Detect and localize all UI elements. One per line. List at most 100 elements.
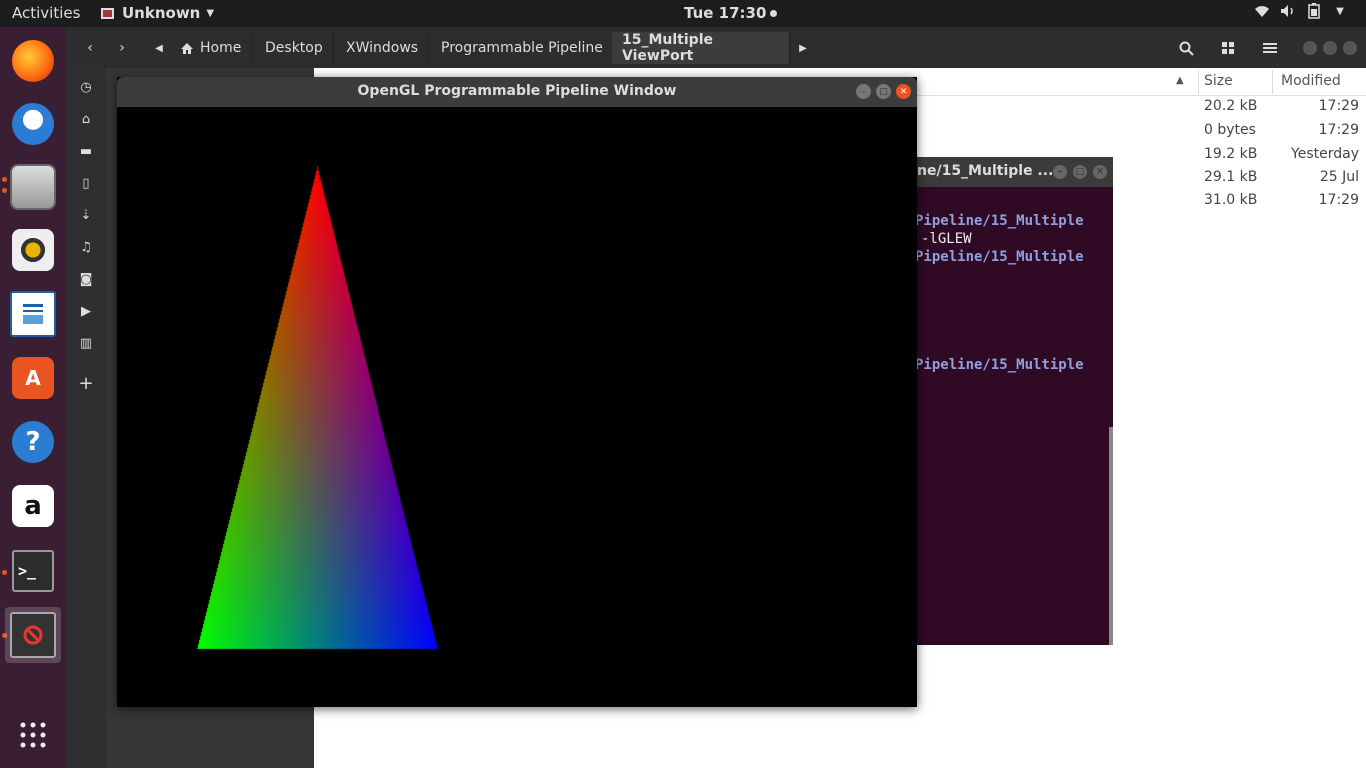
file-row[interactable]: 0 bytes 17:29 [1201,120,1366,143]
close-icon[interactable]: ✕ [896,84,911,99]
video-icon[interactable]: ▶ [78,303,94,319]
close-button[interactable] [1342,35,1358,61]
terminal-icon: >_ [12,550,54,592]
dock-terminal[interactable]: >_ [5,543,61,599]
breadcrumb-label: XWindows [346,40,419,56]
sort-up-icon[interactable]: ▲ [1176,75,1184,86]
dock-thunderbird[interactable] [5,96,61,152]
show-apps-icon [20,722,46,748]
terminal-scrollbar[interactable] [1109,427,1113,645]
chevron-down-icon: ▼ [1336,5,1344,17]
terminal-line: Pipeline/15_Multiple [915,249,1084,265]
dock-software[interactable]: A [5,350,61,406]
forward-button[interactable]: › [112,35,132,61]
terminal-titlebar[interactable]: ne/15_Multiple ... – □ ✕ [905,157,1113,187]
dock-amazon[interactable]: a [5,478,61,534]
terminal-line: -lGLEW [921,231,972,247]
minimize-icon[interactable]: – [1053,165,1067,179]
home-icon[interactable]: ⌂ [78,111,94,127]
breadcrumb-scroll-right[interactable]: ▶ [796,35,810,61]
arrow-right-icon: ▶ [799,42,807,54]
file-row[interactable]: 31.0 kB 17:29 [1201,190,1366,213]
column-modified[interactable]: Modified [1281,73,1341,89]
add-location-icon[interactable]: + [78,373,94,394]
file-size: 29.1 kB [1204,169,1258,185]
dock-files[interactable] [5,159,61,215]
show-apps-button[interactable] [5,707,61,763]
close-icon[interactable]: ✕ [1093,165,1107,179]
minimize-button[interactable] [1302,35,1318,61]
breadcrumb-home[interactable]: Home [170,32,253,64]
view-toggle-button[interactable] [1216,35,1240,61]
dock-writer[interactable] [5,286,61,342]
maximize-icon[interactable]: □ [876,84,891,99]
hamburger-icon [1263,43,1277,53]
dock-help[interactable]: ? [5,414,61,470]
breadcrumb-label: Home [200,40,242,56]
opengl-titlebar[interactable]: OpenGL Programmable Pipeline Window – □ … [117,77,917,107]
minimize-icon[interactable]: – [856,84,871,99]
file-modified: 17:29 [1318,192,1359,208]
menu-button[interactable] [1258,35,1282,61]
opengl-window[interactable]: OpenGL Programmable Pipeline Window – □ … [117,77,917,707]
help-icon: ? [12,421,54,463]
maximize-button[interactable] [1322,35,1338,61]
music-icon[interactable]: ♫ [78,239,94,255]
column-size[interactable]: Size [1204,73,1233,89]
writer-icon [10,291,56,337]
opengl-window-title: OpenGL Programmable Pipeline Window [357,83,677,99]
breadcrumb-programmable-pipeline[interactable]: Programmable Pipeline [431,32,614,64]
firefox-icon [12,40,54,82]
folder-icon[interactable]: ▬ [78,143,94,159]
file-size: 31.0 kB [1204,192,1258,208]
recent-icon[interactable]: ◷ [78,79,94,95]
column-divider [1272,70,1273,94]
breadcrumb-xwindows[interactable]: XWindows [336,32,430,64]
arrow-left-icon: ◀ [155,42,163,54]
wifi-icon [1254,3,1270,19]
chevron-left-icon: ‹ [87,40,93,56]
breadcrumb-scroll-left[interactable]: ◀ [152,35,166,61]
grid-icon [1222,42,1234,54]
software-icon: A [12,357,54,399]
breadcrumb-current[interactable]: 15_Multiple ViewPort [612,32,790,64]
file-modified: 17:29 [1318,122,1359,138]
app-menu-label: Unknown [122,4,201,22]
document-icon[interactable]: ▯ [78,175,94,191]
breadcrumb-desktop[interactable]: Desktop [255,32,334,64]
dock-rhythmbox[interactable] [5,222,61,278]
file-size: 0 bytes [1204,122,1256,138]
camera-icon[interactable]: ◙ [78,271,94,287]
breadcrumb-label: 15_Multiple ViewPort [622,32,713,64]
chevron-down-icon: ▼ [206,7,215,19]
home-icon [181,42,193,54]
amazon-icon: a [12,485,54,527]
trash-icon[interactable]: ▥ [78,335,94,351]
activities-button[interactable]: Activities [12,4,80,22]
clock[interactable]: Tue 17:30 [684,4,778,22]
rhythmbox-icon [12,229,54,271]
file-row[interactable]: 29.1 kB 25 Jul [1201,167,1366,190]
top-bar: Activities Unknown ▼ Tue 17:30 ▼ [0,0,1366,27]
search-icon [1179,41,1194,56]
download-icon[interactable]: ⇣ [78,207,94,223]
maximize-icon [1323,41,1337,55]
dock-firefox[interactable] [5,33,61,89]
files-icon [10,164,56,210]
column-divider [1198,70,1199,94]
system-tray[interactable]: ▼ [1254,3,1348,19]
file-row[interactable]: 19.2 kB Yesterday [1201,144,1366,167]
back-button[interactable]: ‹ [80,35,100,61]
file-size: 20.2 kB [1204,98,1258,114]
maximize-icon[interactable]: □ [1073,165,1087,179]
file-modified: 17:29 [1318,98,1359,114]
terminal-window[interactable]: ne/15_Multiple ... – □ ✕ Pipeline/15_Mul… [905,157,1113,645]
app-menu[interactable]: Unknown ▼ [101,4,214,22]
search-button[interactable] [1174,35,1198,61]
app-window-icon [101,7,114,19]
battery-icon [1306,3,1322,19]
dock-opengl-app[interactable] [5,607,61,663]
file-size: 19.2 kB [1204,146,1258,162]
breadcrumb-label: Desktop [265,40,323,56]
file-row[interactable]: 20.2 kB 17:29 [1201,96,1366,119]
